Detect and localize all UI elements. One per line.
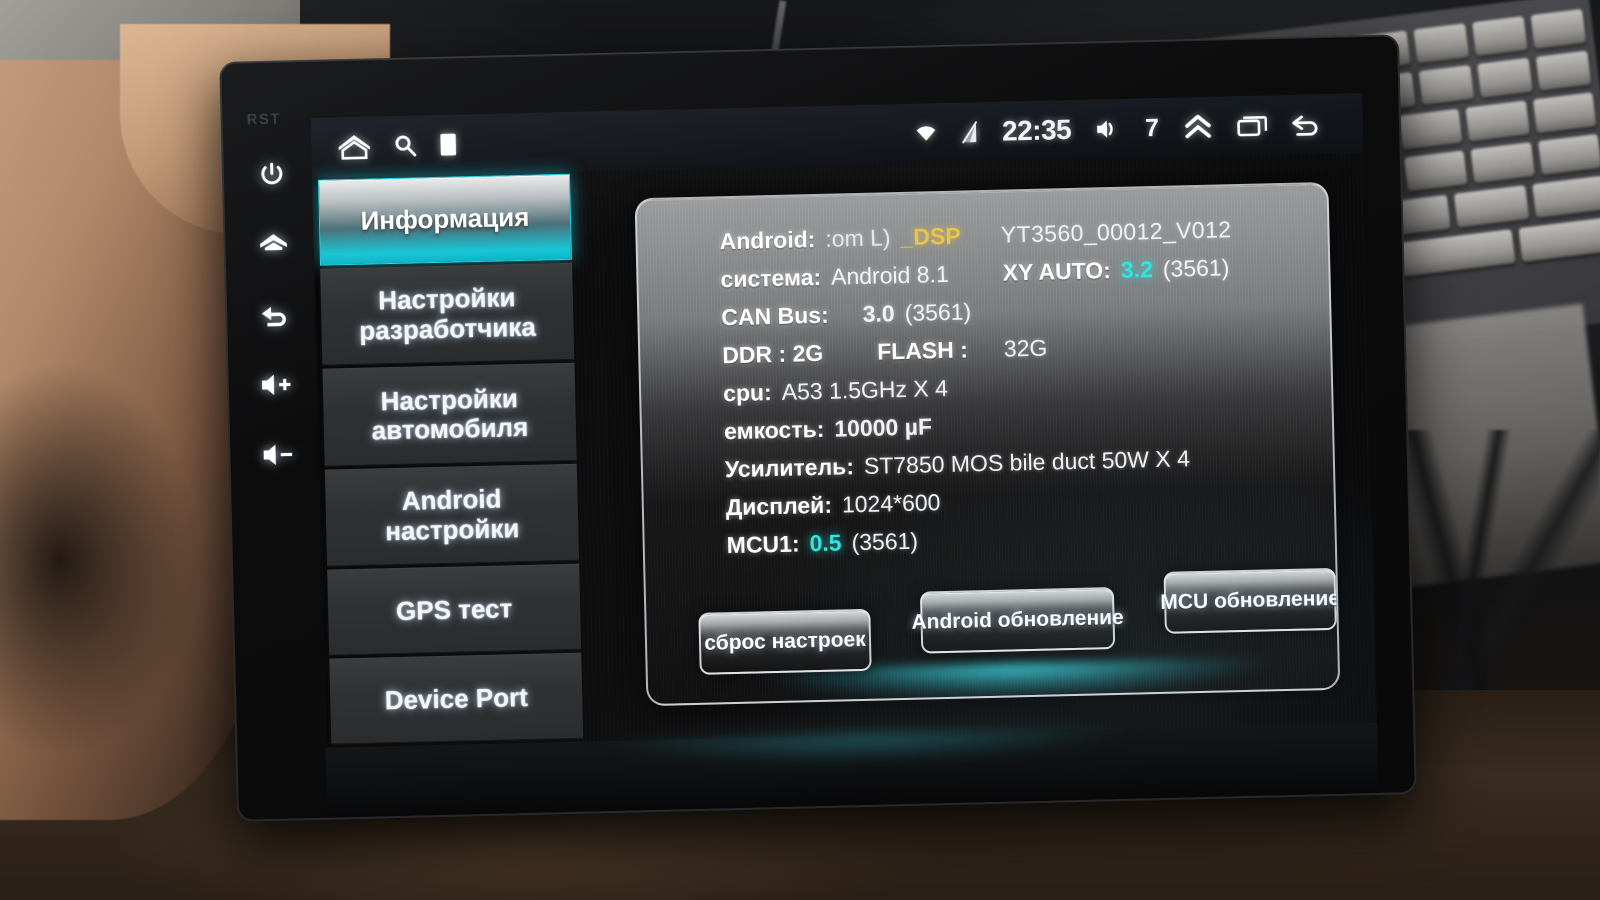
info-key: система: <box>720 263 822 293</box>
home-icon[interactable] <box>337 133 372 160</box>
sidebar-item-label: Android настройки <box>384 483 520 546</box>
info-key: емкость: <box>723 415 825 445</box>
status-clock: 22:35 <box>1001 113 1072 147</box>
mcu-update-button[interactable]: MCU обновление <box>1160 567 1340 634</box>
info-list: Android: :om L) _DSP система: Android 8.1… <box>637 184 1336 572</box>
sidebar-item-car-settings[interactable]: Настройки автомобиля <box>322 363 577 467</box>
sidebar-item-developer-settings[interactable]: Настройки разработчика <box>320 262 575 366</box>
info-key: Усилитель: <box>724 453 855 483</box>
hardware-button-strip <box>235 138 318 610</box>
volume-up-button[interactable] <box>258 366 295 403</box>
info-value: A53 1.5GHz X 4 <box>781 374 949 405</box>
info-value-flash: 32G <box>1003 334 1048 362</box>
info-key: CAN Bus: <box>721 301 829 331</box>
sidebar-item-gps-test[interactable]: GPS тест <box>327 564 582 656</box>
back-arrow-icon[interactable] <box>1291 112 1322 137</box>
info-build: (3561) <box>904 298 972 326</box>
info-value: 0.5 <box>809 529 842 557</box>
volume-level: 7 <box>1144 113 1160 142</box>
sidebar-item-label: GPS тест <box>395 592 513 626</box>
info-key-flash: FLASH : <box>876 336 969 365</box>
info-value: 1024*600 <box>841 489 941 518</box>
volume-down-button[interactable] <box>260 436 297 473</box>
photo-scene: RST 22:35 7 Информация Настройки разрабо… <box>0 0 1600 900</box>
info-value-xyauto: 3.2 <box>1120 256 1154 283</box>
info-key: cpu: <box>722 379 773 407</box>
info-key: Дисплей: <box>725 491 833 521</box>
android-update-button[interactable]: Android обновление <box>911 587 1124 654</box>
settings-sidebar: Информация Настройки разработчика Настрой… <box>312 172 584 748</box>
info-value: :om L) <box>825 224 891 252</box>
sidebar-item-information[interactable]: Информация <box>318 173 572 266</box>
chevron-double-up-icon[interactable] <box>1183 114 1214 141</box>
action-buttons: сброс настроек Android обновление MCU об… <box>646 567 1340 676</box>
info-key-xyauto: XY AUTO: <box>1002 257 1112 286</box>
info-build: (3561) <box>851 527 919 556</box>
sidebar-item-device-port[interactable]: Device Port <box>329 652 584 745</box>
volume-icon[interactable] <box>1095 117 1122 142</box>
sidebar-item-label: Информация <box>360 202 530 237</box>
power-button[interactable] <box>253 156 290 193</box>
signal-icon <box>961 121 979 144</box>
search-icon[interactable] <box>393 133 418 158</box>
sidebar-item-label: Настройки автомобиля <box>371 383 529 446</box>
screen: 22:35 7 Информация Настройки разработчик… <box>310 93 1378 748</box>
home-button[interactable] <box>255 226 292 263</box>
wifi-icon <box>915 124 937 143</box>
info-value-dsp: _DSP <box>900 222 961 250</box>
content-area: YT3560_00012_V012 Android: :om L) _DSP си… <box>570 153 1377 742</box>
settings-screen: Информация Настройки разработчика Настрой… <box>311 153 1378 748</box>
card-icon[interactable] <box>439 132 458 156</box>
back-button[interactable] <box>257 296 294 333</box>
info-key: Android: <box>719 226 816 255</box>
sidebar-item-label: Device Port <box>384 681 529 715</box>
recents-icon[interactable] <box>1237 113 1268 138</box>
reset-settings-button[interactable]: сброс настроек <box>698 608 872 675</box>
info-build-xyauto: (3561) <box>1162 254 1230 282</box>
sidebar-item-android-settings[interactable]: Android настройки <box>324 463 580 567</box>
info-value: 10000 µF <box>834 413 933 442</box>
info-key: MCU1: <box>726 530 800 559</box>
info-value: Android 8.1 <box>830 260 949 290</box>
car-head-unit-device: RST 22:35 7 Информация Настройки разрабо… <box>219 34 1417 822</box>
info-key-ddr: DDR : 2G <box>721 339 824 369</box>
information-panel: YT3560_00012_V012 Android: :om L) _DSP си… <box>634 181 1341 707</box>
reset-label: RST <box>246 110 282 129</box>
info-value: 3.0 <box>862 300 895 327</box>
sidebar-item-label: Настройки разработчика <box>358 282 537 346</box>
